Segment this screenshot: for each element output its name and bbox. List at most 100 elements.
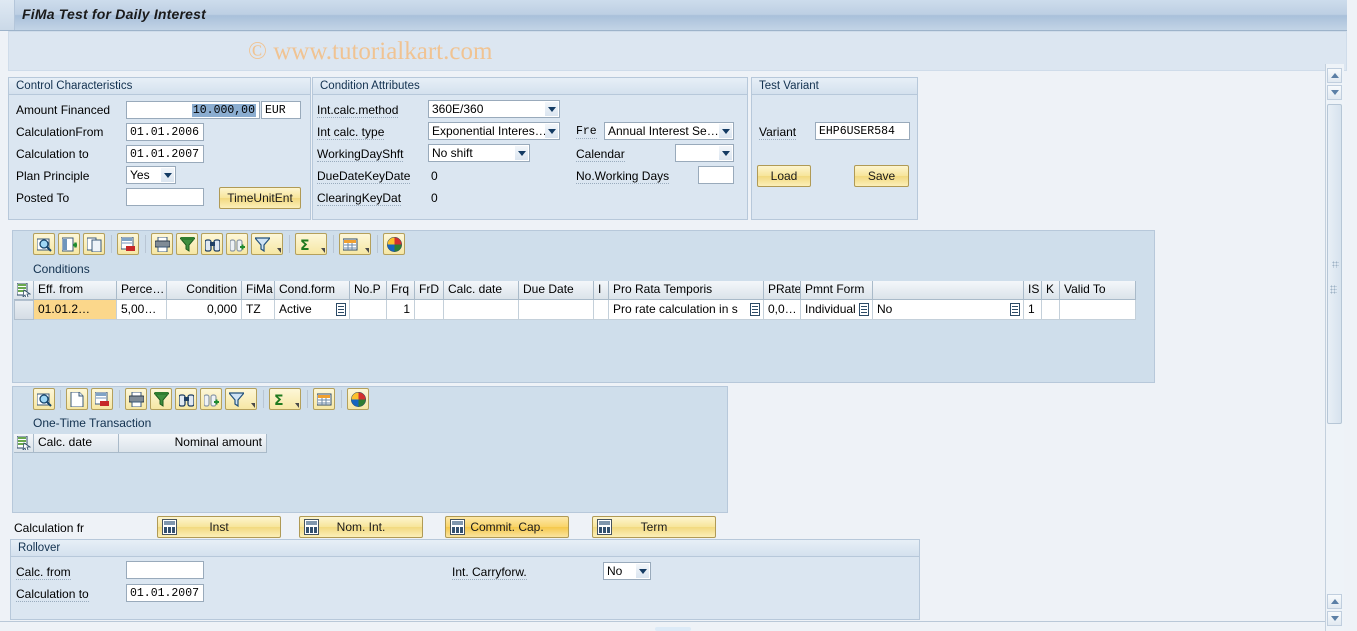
- resize-grip[interactable]: [1330, 285, 1337, 294]
- scroll-down-button[interactable]: [1327, 85, 1342, 100]
- value-help-icon[interactable]: [1010, 303, 1020, 316]
- print-icon[interactable]: [151, 233, 173, 255]
- cell-extra[interactable]: No: [873, 300, 1024, 320]
- no-working-days-input[interactable]: [698, 166, 734, 184]
- col-header-is[interactable]: IS: [1024, 281, 1042, 300]
- scroll-down-button-bottom[interactable]: [1327, 611, 1342, 626]
- rollover-calculation-to-input[interactable]: 01.01.2007: [126, 584, 204, 602]
- chevron-down-icon[interactable]: [365, 248, 369, 253]
- cell-is[interactable]: 1: [1024, 300, 1042, 320]
- chevron-down-icon[interactable]: [545, 102, 558, 116]
- scroll-up-button[interactable]: [1327, 68, 1342, 83]
- detail-magnifier-icon[interactable]: [33, 388, 55, 410]
- delete-row-icon[interactable]: [91, 388, 113, 410]
- insert-row-icon[interactable]: [58, 233, 80, 255]
- chevron-down-icon[interactable]: [161, 168, 174, 182]
- copy-row-icon[interactable]: [83, 233, 105, 255]
- variant-input[interactable]: EHP6USER584: [815, 122, 910, 140]
- chevron-down-icon[interactable]: [321, 248, 325, 253]
- graphic-palette-icon[interactable]: [347, 388, 369, 410]
- cell-no-p[interactable]: [350, 300, 387, 320]
- find-icon[interactable]: [201, 233, 223, 255]
- col-header-pmnt-form[interactable]: Pmnt Form: [801, 281, 873, 300]
- cell-eff-from[interactable]: 01.01.2…: [34, 300, 117, 320]
- int-calc-method-select[interactable]: 360E/360: [428, 100, 560, 118]
- scroll-thumb[interactable]: [1327, 104, 1342, 424]
- cell-pmnt-form[interactable]: Individual: [801, 300, 873, 320]
- chevron-down-icon[interactable]: [295, 403, 299, 408]
- col-header-frd[interactable]: FrD: [415, 281, 444, 300]
- col-header-valid-to[interactable]: Valid To: [1060, 281, 1136, 300]
- calculation-to-input[interactable]: 01.01.2007: [126, 145, 204, 163]
- find-icon[interactable]: [175, 388, 197, 410]
- col-header-pro-rata[interactable]: Pro Rata Temporis: [609, 281, 764, 300]
- cell-fima[interactable]: TZ: [242, 300, 275, 320]
- col-header-condition[interactable]: Condition: [167, 281, 242, 300]
- chevron-down-icon[interactable]: [251, 403, 255, 408]
- cell-k[interactable]: [1042, 300, 1060, 320]
- calc-button-commit-cap[interactable]: Commit. Cap.: [445, 516, 569, 538]
- load-button[interactable]: Load: [757, 165, 811, 187]
- col-header-no-p[interactable]: No.P: [350, 281, 387, 300]
- chevron-down-icon[interactable]: [719, 124, 732, 138]
- find-next-icon[interactable]: [226, 233, 248, 255]
- col-header-extra[interactable]: [873, 281, 1024, 300]
- rollover-calc-from-input[interactable]: [126, 561, 204, 579]
- int-carryforward-select[interactable]: No: [603, 562, 651, 580]
- chevron-down-icon[interactable]: [545, 124, 558, 138]
- chevron-down-icon[interactable]: [636, 564, 649, 578]
- cell-frq[interactable]: 1: [387, 300, 415, 320]
- col-header-eff-from[interactable]: Eff. from: [34, 281, 117, 300]
- col-header-frq[interactable]: Frq: [387, 281, 415, 300]
- value-help-icon[interactable]: [750, 303, 760, 316]
- cell-pro-rata[interactable]: Pro rate calculation in s: [609, 300, 764, 320]
- value-help-icon[interactable]: [336, 303, 346, 316]
- select-all-cell[interactable]: [14, 434, 34, 453]
- calc-button-nom-int[interactable]: Nom. Int.: [299, 516, 423, 538]
- cell-percentage[interactable]: 5,00…: [117, 300, 167, 320]
- detail-magnifier-icon[interactable]: [33, 233, 55, 255]
- calendar-select[interactable]: [675, 144, 734, 162]
- filter-funnel-icon[interactable]: [150, 388, 172, 410]
- col-header-ot-calc-date[interactable]: Calc. date: [34, 434, 119, 453]
- filter-funnel-icon[interactable]: [176, 233, 198, 255]
- value-help-icon[interactable]: [859, 303, 869, 316]
- sum-sigma-icon[interactable]: Σ: [269, 388, 301, 410]
- frequency-select[interactable]: Annual Interest Se…: [604, 122, 734, 140]
- calc-button-term[interactable]: Term: [592, 516, 716, 538]
- select-all-cell[interactable]: [14, 281, 34, 300]
- chevron-down-icon[interactable]: [515, 146, 528, 160]
- posted-to-input[interactable]: [126, 188, 204, 206]
- cell-cond-form[interactable]: Active: [275, 300, 350, 320]
- cell-frd[interactable]: [415, 300, 444, 320]
- int-calc-type-select[interactable]: Exponential Interes…: [428, 122, 560, 140]
- chevron-down-icon[interactable]: [277, 248, 281, 253]
- save-button[interactable]: Save: [854, 165, 909, 187]
- layout-grid-icon[interactable]: [313, 388, 335, 410]
- sum-sigma-icon[interactable]: Σ: [295, 233, 327, 255]
- working-day-shift-select[interactable]: No shift: [428, 144, 530, 162]
- cell-prate[interactable]: 0,0…: [764, 300, 801, 320]
- filter-icon[interactable]: [225, 388, 257, 410]
- print-icon[interactable]: [125, 388, 147, 410]
- amount-financed-input[interactable]: 10.000,00: [126, 101, 260, 119]
- currency-input[interactable]: EUR: [261, 101, 301, 119]
- cell-i[interactable]: [594, 300, 609, 320]
- col-header-calc-date[interactable]: Calc. date: [444, 281, 519, 300]
- col-header-percentage[interactable]: Perce…: [117, 281, 167, 300]
- find-next-icon[interactable]: [200, 388, 222, 410]
- chevron-down-icon[interactable]: [719, 146, 732, 160]
- row-selector[interactable]: [14, 300, 34, 320]
- graphic-palette-icon[interactable]: [383, 233, 405, 255]
- col-header-i[interactable]: I: [594, 281, 609, 300]
- col-header-fima[interactable]: FiMa: [242, 281, 275, 300]
- new-row-icon[interactable]: [66, 388, 88, 410]
- col-header-due-date[interactable]: Due Date: [519, 281, 594, 300]
- delete-row-icon[interactable]: [117, 233, 139, 255]
- time-unit-ent-button[interactable]: TimeUnitEnt: [219, 187, 301, 209]
- col-header-k[interactable]: K: [1042, 281, 1060, 300]
- scroll-up-button-bottom[interactable]: [1327, 594, 1342, 609]
- plan-principle-select[interactable]: Yes: [126, 166, 176, 184]
- layout-grid-icon[interactable]: [339, 233, 371, 255]
- col-header-cond-form[interactable]: Cond.form: [275, 281, 350, 300]
